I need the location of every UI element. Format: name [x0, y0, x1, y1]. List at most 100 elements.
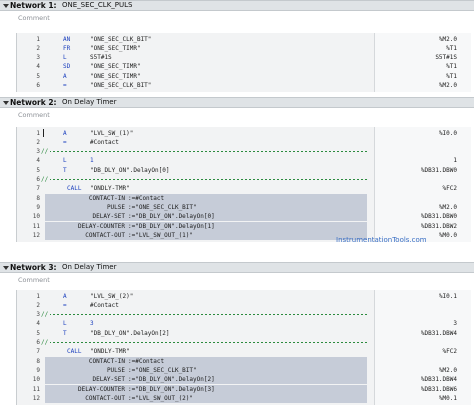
parameter-row[interactable]: 10 DELAY-SET:="DB_DLY_ON".DelayOn[0] %DB31… [17, 212, 471, 222]
instruction-keyword: = [63, 82, 67, 89]
line-number: 6 [36, 176, 40, 183]
code-line[interactable]: 6 = "ONE_SEC_CLK_BIT" %M2.0 [17, 81, 471, 90]
parameter-assignment[interactable]: :="DB_DLY_ON".DelayOn[2] [128, 375, 215, 384]
parameter-assignment[interactable]: :="LVL_SW_OUT_(1)" [128, 231, 193, 240]
instruction-operand[interactable]: "ONE_SEC_CLK_BIT" [90, 81, 151, 90]
network-title[interactable]: On Delay Timer [62, 97, 116, 108]
instruction-operand[interactable]: 1 [90, 156, 94, 165]
code-line[interactable]: 1 A "LVL_SW_(1)" %I0.0 [17, 129, 471, 138]
code-line[interactable]: 4 SD "ONE_SEC_TIMR" %T1 [17, 62, 471, 71]
line-number: 5 [36, 329, 40, 337]
parameter-row[interactable]: 8 CONTACT-IN:=#Contact [17, 193, 471, 203]
network-header[interactable]: Network 3: On Delay Timer [0, 262, 474, 273]
network-title[interactable]: On Delay Timer [62, 262, 116, 273]
collapse-triangle-icon[interactable] [3, 266, 9, 270]
instruction-operand[interactable]: #Contact [90, 138, 119, 147]
code-line[interactable]: 2 = #Contact [17, 301, 471, 310]
network-number: Network 1: [10, 1, 57, 10]
instruction-operand[interactable]: #Contact [90, 301, 119, 310]
parameter-row[interactable]: 11 DELAY-COUNTER:="DB_DLY_ON".DelayOn[3]%… [17, 384, 471, 394]
network-comment[interactable]: Comment [18, 275, 50, 285]
parameter-name: CONTACT-IN [88, 194, 125, 202]
instruction-operand[interactable]: "LVL_SW_(2)" [90, 292, 133, 301]
code-line[interactable]: 7 CALL "ONDLY-TMR" %FC2 [17, 347, 471, 356]
code-line[interactable]: 4 L 3 3 [17, 319, 471, 328]
parameter-row[interactable]: 9 PULSE:="ONE_SEC_CLK_BIT" %M2.0 [17, 202, 471, 212]
code-line[interactable]: 2 FR "ONE_SEC_TIMR" %T1 [17, 44, 471, 53]
parameter-row[interactable]: 9 PULSE:="ONE_SEC_CLK_BIT" %M2.0 [17, 365, 471, 375]
instruction-operand[interactable]: S5T#1S [90, 53, 112, 62]
network-comment[interactable]: Comment [18, 13, 50, 23]
parameter-assignment[interactable]: :="ONE_SEC_CLK_BIT" [128, 203, 197, 212]
collapse-triangle-icon[interactable] [3, 4, 9, 8]
collapse-triangle-icon[interactable] [3, 101, 9, 105]
line-number: 10 [32, 213, 40, 221]
parameter-assignment[interactable]: :="DB_DLY_ON".DelayOn[1] [128, 222, 215, 231]
operand-address: %DB31.DBW0 [420, 166, 457, 174]
code-line[interactable]: 3 L S5T#1S S5T#1S [17, 53, 471, 62]
parameter-assignment[interactable]: :="DB_DLY_ON".DelayOn[3] [128, 385, 215, 394]
parameter-assignment[interactable]: :="ONE_SEC_CLK_BIT" [128, 366, 197, 375]
separator-row[interactable]: 3// [17, 147, 471, 157]
instruction-operand[interactable]: "ONE_SEC_TIMR" [90, 72, 141, 81]
line-number: 5 [36, 72, 40, 80]
parameter-row[interactable]: 11 DELAY-COUNTER:="DB_DLY_ON".DelayOn[1]%… [17, 221, 471, 231]
parameter-row[interactable]: 8 CONTACT-IN:=#Contact [17, 356, 471, 366]
operand-address: 3 [453, 320, 457, 328]
comment-separator-line [41, 310, 367, 320]
comment-separator-line [41, 338, 367, 347]
code-line[interactable]: 7 CALL "ONDLY-TMR" %FC2 [17, 184, 471, 193]
network-comment[interactable]: Comment [18, 110, 50, 120]
separator-row[interactable]: 6// [17, 338, 471, 347]
code-line[interactable]: 5 T "DB_DLY_ON".DelayOn[0] %DB31.DBW0 [17, 166, 471, 175]
parameter-row[interactable]: 12 CONTACT-OUT:="LVL_SW_OUT_(2)" %M0.1 [17, 393, 471, 403]
instruction-keyword: A [63, 129, 67, 137]
code-line[interactable]: 4 L 1 1 [17, 156, 471, 165]
instruction-keyword: T [63, 329, 67, 337]
instruction-operand[interactable]: 3 [90, 319, 94, 328]
code-line[interactable]: 5 A "ONE_SEC_TIMR" %T1 [17, 72, 471, 81]
parameter-assignment[interactable]: :="DB_DLY_ON".DelayOn[0] [128, 212, 215, 221]
separator-row[interactable]: 6// [17, 175, 471, 184]
parameter-name: DELAY-SET [92, 213, 125, 221]
instruction-operand[interactable]: "LVL_SW_(1)" [90, 129, 133, 138]
network-header[interactable]: Network 2: On Delay Timer [0, 97, 474, 108]
parameter-assignment[interactable]: :="LVL_SW_OUT_(2)" [128, 394, 193, 403]
parameter-assignment[interactable]: :=#Contact [128, 194, 164, 203]
operand-address: 1 [453, 157, 457, 165]
parameter-row[interactable]: 10 DELAY-SET:="DB_DLY_ON".DelayOn[2] %DB31… [17, 375, 471, 385]
operand-address: %DB31.DBW6 [420, 385, 457, 393]
operand-address: %DB31.DBW4 [420, 329, 457, 337]
instruction-keyword: T [63, 166, 67, 174]
instruction-operand[interactable]: "DB_DLY_ON".DelayOn[0] [90, 166, 169, 175]
line-number: 1 [36, 292, 40, 300]
code-line[interactable]: 1 AN "ONE_SEC_CLK_BIT" %M2.0 [17, 35, 471, 44]
separator-row[interactable]: 3// [17, 310, 471, 320]
instruction-operand[interactable]: "DB_DLY_ON".DelayOn[2] [90, 329, 169, 338]
comment-slashes: // [41, 310, 51, 320]
instruction-keyword: = [63, 301, 67, 309]
code-block[interactable]: 1 A "LVL_SW_(1)" %I0.0 2 = #Contact 3//4 L 1 1 5 T "D… [16, 127, 471, 242]
parameter-assignment[interactable]: :=#Contact [128, 357, 164, 366]
code-block[interactable]: 1 AN "ONE_SEC_CLK_BIT" %M2.0 2 FR "ONE_SEC_TIM… [16, 33, 471, 92]
code-line[interactable]: 5 T "DB_DLY_ON".DelayOn[2] %DB31.DBW4 [17, 329, 471, 338]
text-cursor [43, 129, 44, 137]
instruction-keyword: L [63, 320, 67, 328]
instruction-operand[interactable]: "ONE_SEC_CLK_BIT" [90, 35, 151, 44]
code-line[interactable]: 2 = #Contact [17, 138, 471, 147]
operand-address: %FC2 [442, 185, 457, 193]
instruction-operand[interactable]: "ONE_SEC_TIMR" [90, 62, 141, 71]
network-title[interactable]: ONE_SEC_CLK_PULS [62, 0, 133, 11]
instruction-operand[interactable]: "ONE_SEC_TIMR" [90, 44, 141, 53]
code-line[interactable]: 1 A "LVL_SW_(2)" %I0.1 [17, 292, 471, 301]
comment-slashes: // [41, 338, 51, 347]
line-number: 11 [32, 222, 40, 230]
line-number: 9 [36, 203, 40, 211]
instruction-operand[interactable]: "ONDLY-TMR" [90, 347, 130, 356]
operand-address: %M2.0 [438, 35, 457, 43]
instruction-keyword: A [63, 292, 67, 300]
instruction-operand[interactable]: "ONDLY-TMR" [90, 184, 130, 193]
network-header[interactable]: Network 1: ONE_SEC_CLK_PULS [0, 0, 474, 11]
operand-address: %M2.0 [438, 82, 457, 89]
code-block[interactable]: 1 A "LVL_SW_(2)" %I0.1 2 = #Contact 3//4 L 3 3 5 T "D… [16, 290, 471, 405]
